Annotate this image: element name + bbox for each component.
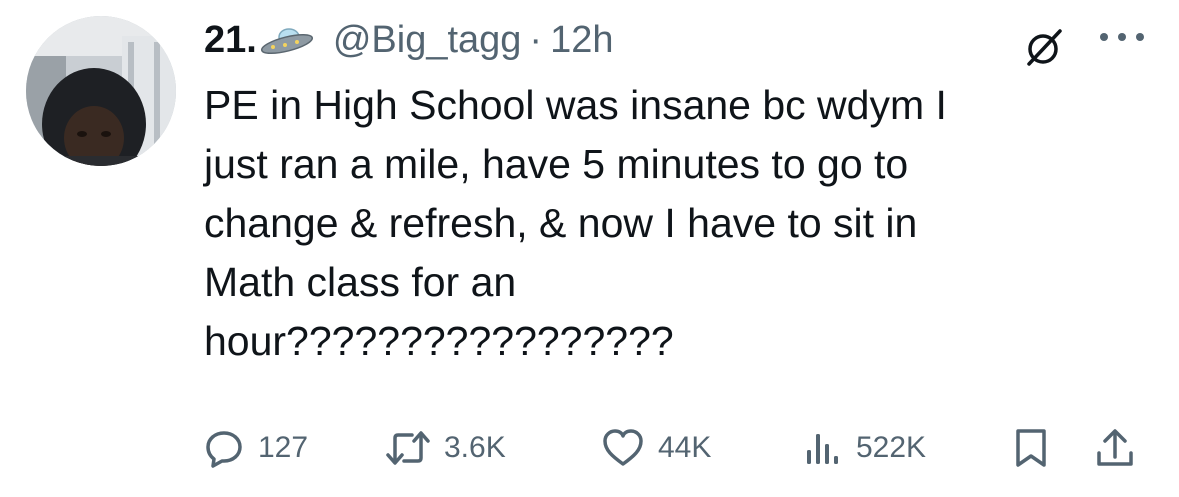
like-button[interactable]: 44K [602,420,711,476]
bookmark-icon [1016,429,1046,467]
action-bar: 127 3.6K 44K 522K [204,420,1159,476]
views-count: 522K [856,431,927,464]
bookmark-button[interactable] [1011,420,1051,476]
tweet-text-line: change & refresh, & now I have to sit in [204,200,918,246]
tweet-text-line: hour????????????????? [204,318,674,364]
timestamp[interactable]: 12h [550,19,613,62]
reply-button[interactable]: 127 [204,420,308,476]
like-count: 44K [658,431,712,464]
ufo-icon [259,23,315,57]
grok-icon[interactable] [1022,26,1066,70]
retweet-button[interactable]: 3.6K [386,420,506,476]
display-name[interactable]: 21. [204,19,257,62]
views-icon [807,434,838,464]
avatar-photo [26,16,176,166]
more-icon[interactable] [1096,30,1148,44]
reply-icon [206,431,242,468]
share-button[interactable] [1094,420,1136,476]
retweet-icon [386,431,430,465]
tweet-header: 21. @Big_tagg · 12h [204,14,1159,66]
reply-count: 127 [258,431,309,464]
heart-icon [603,429,643,466]
tweet-text-line: Math class for an [204,259,517,305]
tweet-text-line: just ran a mile, have 5 minutes to go to [204,141,909,187]
tweet[interactable]: 21. @Big_tagg · 12h PE in High School wa… [0,0,1179,497]
avatar[interactable] [26,16,176,166]
share-icon [1097,429,1133,466]
separator-dot: · [529,18,543,61]
views-button[interactable]: 522K [802,420,926,476]
tweet-text-line: PE in High School was insane bc wdym I [204,82,947,128]
handle[interactable]: @Big_tagg [333,19,522,62]
tweet-text: PE in High School was insane bc wdym I j… [204,76,1144,371]
retweet-count: 3.6K [444,431,506,464]
